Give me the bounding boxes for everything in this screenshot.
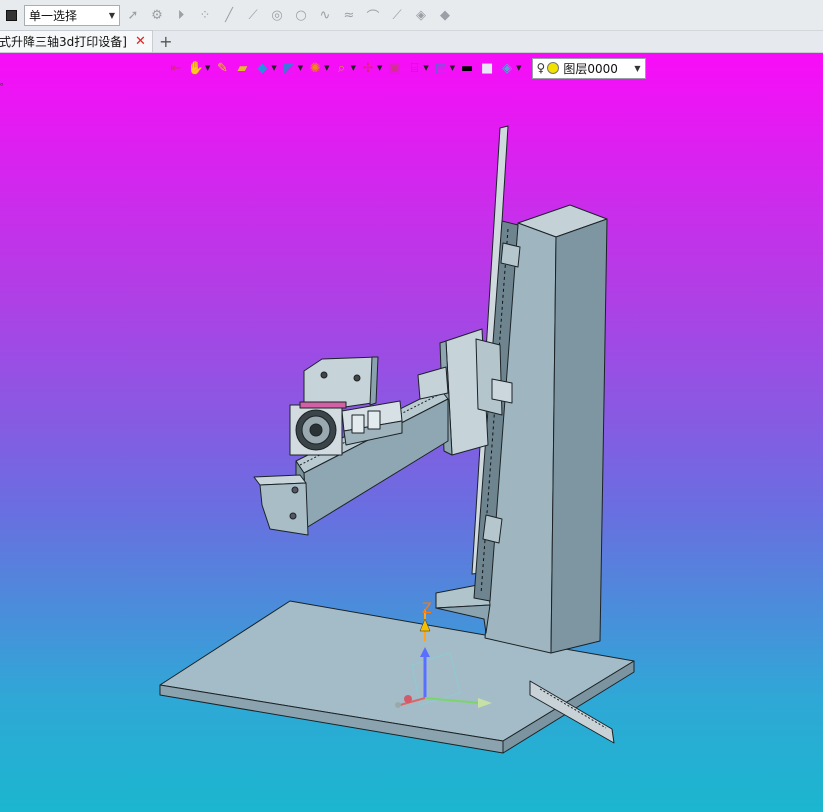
magnifier-icon: ⌕ <box>337 60 346 76</box>
edge-icon[interactable]: ⟋ <box>386 4 408 26</box>
chevron-down-icon: ▼ <box>516 64 522 72</box>
chevron-down-icon: ▼ <box>205 64 211 72</box>
layer-manager-button[interactable]: ◈ ▼ <box>499 57 521 79</box>
render-ball-icon: ✺ <box>309 60 321 76</box>
point-cloud-icon[interactable]: ⁘ <box>194 4 216 26</box>
pan-tool-button[interactable]: ✋ ▼ <box>188 57 210 79</box>
arm-end-plate <box>253 474 309 536</box>
lightbulb-icon[interactable]: ♀ <box>537 61 546 75</box>
section-view-button[interactable]: ◩ ▼ <box>281 57 304 79</box>
line-color-button[interactable]: ▬ <box>459 57 475 79</box>
selection-mode-value: 单一选择 <box>29 8 78 23</box>
chevron-down-icon: ▼ <box>449 64 456 72</box>
face-select-icon[interactable]: ◈ <box>410 4 432 26</box>
layer-dropdown-value: 图层0000 <box>563 61 618 76</box>
selection-mode-dropdown[interactable]: 单一选择 ▼ <box>24 4 120 26</box>
layer-dropdown[interactable]: ♀ 图层0000 ▼ <box>531 57 646 79</box>
line-color-swatch-icon: ▬ <box>460 60 474 76</box>
polyline-icon[interactable]: ∿ <box>314 4 336 26</box>
box-icon: ▰ <box>237 60 248 76</box>
3d-model-scene[interactable]: Z <box>0 53 823 812</box>
chevron-down-icon: ▼ <box>376 64 383 72</box>
render-mode-button[interactable]: ✺ ▼ <box>307 57 330 79</box>
view-toolbar: ⇤ ✋ ▼ ✎ ▰ ◆ ▼ ◩ ▼ ✺ ▼ ⌕ ▼ ✢ ▼ ▣ ⌸ ▼ ▤ ▼ ▬ ■ ◈ ▼ ♀… <box>168 56 646 80</box>
document-tab[interactable]: 式升降三轴3d打印设备] ✕ <box>0 30 153 52</box>
spline-icon[interactable]: ≈ <box>338 4 360 26</box>
3d-viewport[interactable]: 。 Z ⇤ ✋ ▼ ✎ ▰ ◆ ▼ ◩ ▼ ✺ ▼ ⌕ ▼ ✢ ▼ ▣ ⌸ ▼ … <box>0 53 823 812</box>
circle-center-icon[interactable]: ◎ <box>266 4 288 26</box>
stop-icon[interactable] <box>4 8 18 22</box>
fit-frame-icon: ▣ <box>388 60 401 76</box>
chevron-down-icon: ▼ <box>423 64 429 72</box>
rotate-view-button[interactable]: ✢ ▼ <box>360 57 383 79</box>
pencil-tool-button[interactable]: ✎ <box>214 57 230 79</box>
face-color-button[interactable]: ■ <box>479 57 495 79</box>
hand-icon: ✋ <box>187 60 205 76</box>
exit-icon: ⇤ <box>170 60 182 76</box>
section-cube-icon: ◩ <box>282 60 295 76</box>
gear-select-icon[interactable]: ⚙ <box>146 4 168 26</box>
add-tab-button[interactable]: + <box>153 30 179 52</box>
cube-icon: ◆ <box>257 60 268 76</box>
box-view-button[interactable]: ▰ <box>234 57 250 79</box>
zoom-view-button[interactable]: ⌕ ▼ <box>334 57 356 79</box>
layer-color-dot-icon <box>547 62 560 74</box>
close-icon[interactable]: ✕ <box>135 34 146 49</box>
dropdown-arrow-icon: ▼ <box>108 10 115 20</box>
circle-icon[interactable]: ○ <box>290 4 312 26</box>
line-icon[interactable]: ╱ <box>218 4 240 26</box>
chevron-down-icon: ▼ <box>271 64 277 72</box>
cooling-fan <box>289 401 347 456</box>
face-color-swatch-icon: ■ <box>480 60 494 76</box>
line-segment-icon[interactable]: ⟋ <box>242 4 264 26</box>
fit-view-button[interactable]: ▣ <box>386 57 402 79</box>
pointer-select-icon[interactable]: ➚ <box>122 4 144 26</box>
z-axis-label: Z <box>422 601 432 617</box>
arc-icon[interactable]: ⌒ <box>362 4 384 26</box>
chevron-down-icon: ▼ <box>297 64 304 72</box>
rotate-axes-icon: ✢ <box>362 60 374 76</box>
selection-filter-toolbar: 单一选择 ▼ ➚ ⚙ ⏵ ⁘ ╱ ⟋ ◎ ○ ∿ ≈ ⌒ ⟋ ◈ ◆ <box>0 0 823 31</box>
document-tab-label: 式升降三轴3d打印设备] <box>0 35 127 49</box>
chevron-down-icon: ▼ <box>324 64 330 72</box>
pencil-icon: ✎ <box>216 60 228 76</box>
document-tab-bar: 式升降三轴3d打印设备] ✕ + <box>0 30 823 53</box>
measure-button[interactable]: ⌸ ▼ <box>406 57 428 79</box>
play-circle-icon[interactable]: ⏵ <box>170 4 192 26</box>
ruler-icon: ⌸ <box>410 60 419 76</box>
cube-view-button[interactable]: ◆ ▼ <box>254 57 276 79</box>
display-settings-button[interactable]: ▤ ▼ <box>433 57 456 79</box>
monitor-icon: ▤ <box>434 60 447 76</box>
layers-icon: ◈ <box>502 60 513 76</box>
chevron-down-icon: ▼ <box>350 64 356 72</box>
dropdown-arrow-icon: ▼ <box>634 63 641 73</box>
body-select-icon[interactable]: ◆ <box>434 4 456 26</box>
exit-view-button[interactable]: ⇤ <box>168 57 184 79</box>
